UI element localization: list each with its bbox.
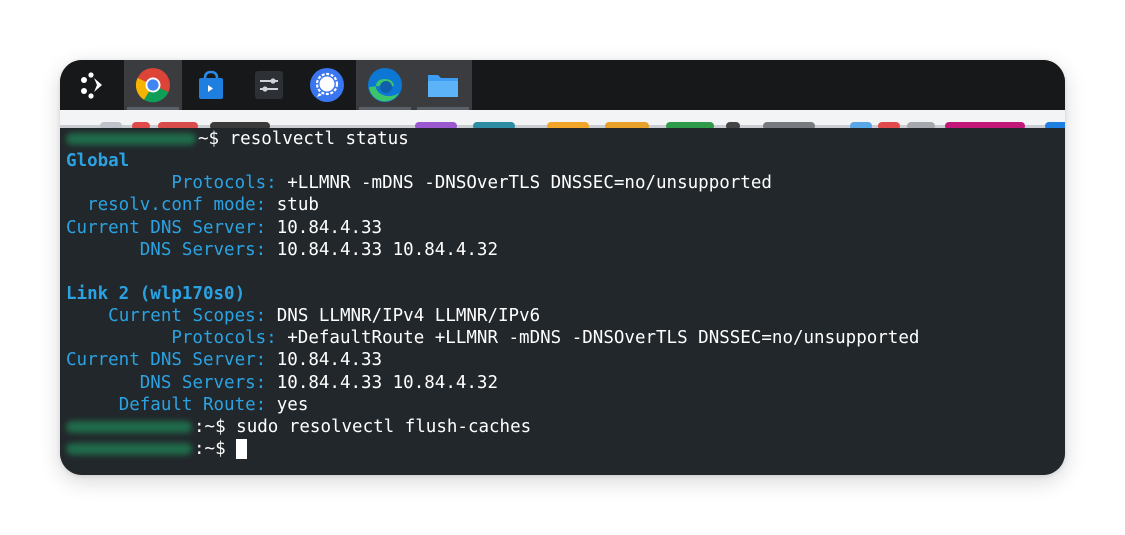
edge-icon (368, 68, 402, 102)
terminal-line: Current DNS Server: 10.84.4.33 (60, 217, 1065, 239)
field-value: yes (276, 394, 309, 415)
taskbar-edge[interactable] (356, 60, 414, 110)
field-value: 10.84.4.33 (276, 350, 383, 371)
signal-icon (310, 68, 344, 102)
taskbar-store[interactable] (182, 60, 240, 110)
section-header-link: Link 2 (wlp170s0) (66, 283, 246, 304)
section-header-global: Global (66, 151, 130, 172)
field-label: Default Route: (118, 394, 267, 415)
terminal-line: :~$ (60, 438, 1065, 460)
redacted-username (66, 133, 196, 145)
field-label: Current DNS Server: (66, 217, 267, 238)
field-value: 10.84.4.33 10.84.4.32 (276, 372, 499, 393)
redacted-username (66, 420, 192, 433)
field-label: Protocols: (171, 173, 277, 194)
prompt: :~$ (194, 438, 226, 459)
terminal-line: Current Scopes: DNS LLMNR/IPv4 LLMNR/IPv… (60, 305, 1065, 327)
terminal-line: Default Route: yes (60, 394, 1065, 416)
window: ~$ resolvectl status Global Protocols: +… (60, 60, 1065, 475)
field-label: DNS Servers: (139, 372, 267, 393)
taskbar-files[interactable] (414, 60, 472, 110)
settings-sliders-icon (255, 71, 283, 99)
taskbar-chrome[interactable] (124, 60, 182, 110)
terminal-line: DNS Servers: 10.84.4.33 10.84.4.32 (60, 239, 1065, 261)
command: resolvectl status (229, 129, 409, 149)
terminal-line: resolv.conf mode: stub (60, 194, 1065, 216)
field-label: resolv.conf mode: (87, 195, 267, 216)
field-value: +LLMNR -mDNS -DNSOverTLS DNSSEC=no/unsup… (287, 173, 772, 194)
taskbar-signal[interactable] (298, 60, 356, 110)
terminal-output[interactable]: ~$ resolvectl status Global Protocols: +… (60, 128, 1065, 475)
terminal-line: ~$ resolvectl status (60, 128, 1065, 150)
terminal-line: :~$ sudo resolvectl flush-caches (60, 416, 1065, 438)
field-label: Protocols: (171, 328, 277, 349)
field-value: 10.84.4.33 (276, 217, 383, 238)
command: sudo resolvectl flush-caches (236, 416, 532, 437)
field-value: stub (276, 195, 319, 216)
field-value: DNS LLMNR/IPv4 LLMNR/IPv6 (276, 306, 541, 327)
field-label: Current DNS Server: (66, 350, 267, 371)
browser-tab-strip (60, 110, 1065, 128)
taskbar-settings[interactable] (240, 60, 298, 110)
app-launcher-button[interactable] (60, 60, 124, 110)
terminal-line: DNS Servers: 10.84.4.33 10.84.4.32 (60, 372, 1065, 394)
terminal-line: Protocols: +DefaultRoute +LLMNR -mDNS -D… (60, 327, 1065, 349)
app-launcher-icon (81, 72, 102, 99)
redacted-username (66, 442, 192, 455)
field-value: 10.84.4.33 10.84.4.32 (276, 239, 499, 260)
field-value: +DefaultRoute +LLMNR -mDNS -DNSOverTLS D… (287, 328, 920, 349)
prompt: :~$ (194, 416, 226, 437)
prompt: ~$ (198, 129, 220, 149)
text-cursor (236, 438, 248, 459)
taskbar (60, 60, 1065, 110)
files-icon (428, 75, 458, 97)
chrome-icon (135, 68, 170, 103)
store-icon (199, 70, 223, 99)
field-label: DNS Servers: (139, 239, 267, 260)
field-label: Current Scopes: (108, 306, 267, 327)
terminal-line: Protocols: +LLMNR -mDNS -DNSOverTLS DNSS… (60, 172, 1065, 194)
terminal-line: Current DNS Server: 10.84.4.33 (60, 349, 1065, 371)
